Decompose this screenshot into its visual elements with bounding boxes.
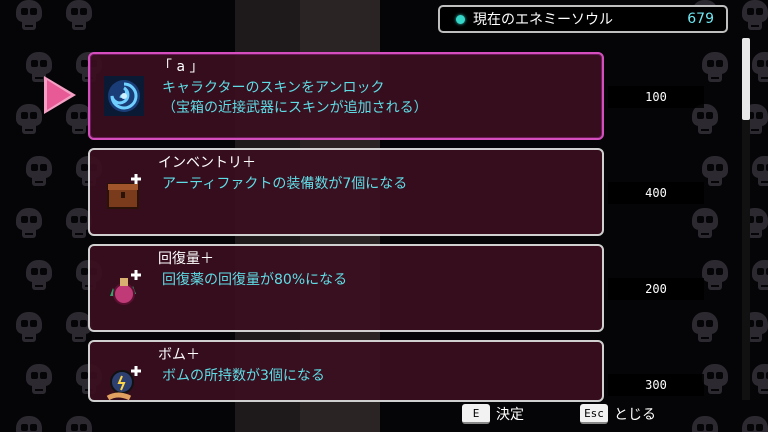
- soul-value: 679: [687, 11, 714, 27]
- upgrade-title: ボム＋: [158, 347, 200, 363]
- skull-icon: [740, 0, 768, 34]
- skull-icon: [24, 260, 54, 294]
- upgrade-title: 回復量＋: [158, 251, 214, 267]
- esc-key-icon: Esc: [580, 404, 608, 424]
- upgrade-card-inventory[interactable]: インベントリ＋ アーティファクトの装備数が7個になる: [88, 148, 604, 236]
- skull-icon: [14, 208, 44, 242]
- skull-icon: [64, 416, 94, 432]
- upgrade-description: アーティファクトの装備数が7個になる: [162, 176, 408, 192]
- skull-icon: [690, 208, 720, 242]
- close-label: とじる: [614, 407, 656, 423]
- scrollbar-thumb[interactable]: [742, 38, 750, 120]
- skull-icon: [24, 364, 54, 398]
- soul-label: 現在のエネミーソウル: [473, 12, 613, 28]
- upgrade-price: 200: [608, 278, 704, 300]
- close-control[interactable]: Esc とじる: [580, 404, 656, 424]
- upgrade-description: 回復薬の回復量が80%になる: [162, 272, 348, 288]
- skull-icon: [690, 312, 720, 346]
- skull-icon: [14, 416, 44, 432]
- upgrade-card-heal[interactable]: 回復量＋ 回復薬の回復量が80%になる: [88, 244, 604, 332]
- skull-icon: [700, 364, 730, 398]
- skull-icon: [750, 260, 768, 294]
- skull-icon: [14, 0, 44, 34]
- upgrade-price: 300: [608, 374, 704, 396]
- skull-icon: [690, 104, 720, 138]
- skull-icon: [14, 312, 44, 346]
- skull-icon: [750, 364, 768, 398]
- skull-icon: [740, 416, 768, 432]
- skull-icon: [24, 156, 54, 190]
- upgrade-title: インベントリ＋: [158, 155, 256, 171]
- upgrade-price: 100: [608, 86, 704, 108]
- selection-cursor-icon: [44, 76, 76, 114]
- skull-icon: [64, 0, 94, 34]
- skull-icon: [750, 156, 768, 190]
- skull-icon: [750, 52, 768, 86]
- enemy-soul-counter: 現在のエネミーソウル 679: [438, 5, 728, 33]
- upgrade-title: 「 a 」: [158, 59, 204, 75]
- skull-icon: [700, 52, 730, 86]
- upgrade-description: ボムの所持数が3個になる: [162, 368, 325, 384]
- chest-plus-icon: [107, 174, 141, 209]
- confirm-control[interactable]: E 決定: [462, 404, 524, 424]
- skull-icon: [14, 104, 44, 138]
- soul-orb-icon: [456, 14, 465, 24]
- bomb-plus-icon: [106, 366, 141, 401]
- skull-icon: [700, 260, 730, 294]
- upgrade-description: キャラクターのスキンをアンロック （宝箱の近接武器にスキンが追加される）: [162, 80, 428, 116]
- skull-icon: [690, 416, 720, 432]
- skull-icon: [700, 156, 730, 190]
- potion-plus-icon: [110, 270, 141, 305]
- upgrade-card-skin[interactable]: 「 a 」 キャラクターのスキンをアンロック （宝箱の近接武器にスキンが追加され…: [88, 52, 604, 140]
- upgrade-card-bomb[interactable]: ボム＋ ボムの所持数が3個になる: [88, 340, 604, 402]
- e-key-icon: E: [462, 404, 490, 424]
- confirm-label: 決定: [496, 407, 524, 423]
- swirl-vortex-icon: [104, 76, 144, 116]
- upgrade-price: 400: [608, 182, 704, 204]
